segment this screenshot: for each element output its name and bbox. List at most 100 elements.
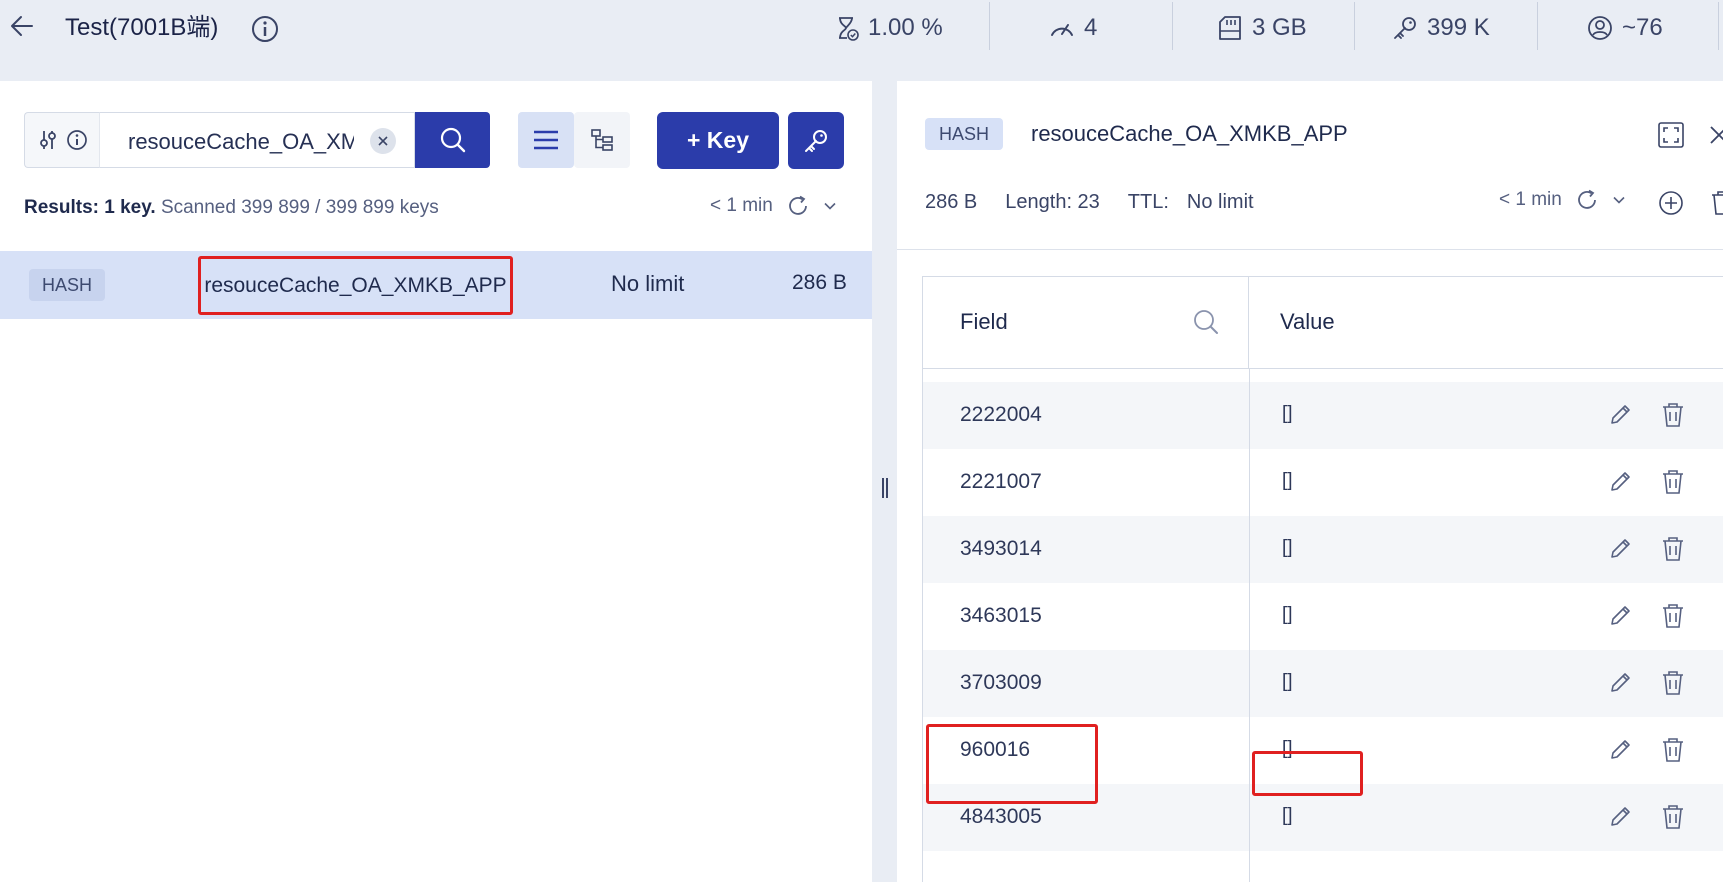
trash-icon[interactable]: [1660, 602, 1686, 630]
bulk-actions-button[interactable]: [788, 112, 844, 169]
cpu-stat: 1.00 %: [832, 10, 943, 46]
value-cell[interactable]: []: [1282, 403, 1293, 425]
field-cell[interactable]: 4843005: [960, 805, 1042, 829]
filter-toggle[interactable]: [24, 112, 100, 168]
memory-stat: 3 GB: [1216, 10, 1307, 46]
close-icon[interactable]: [1707, 123, 1723, 147]
search-icon[interactable]: [1191, 307, 1221, 337]
edit-pencil-icon[interactable]: [1607, 402, 1633, 428]
refresh-icon[interactable]: [785, 193, 811, 219]
refresh-control: < 1 min: [710, 193, 837, 219]
table-row: 3493014 []: [923, 516, 1723, 583]
trash-icon[interactable]: [1660, 736, 1686, 764]
resize-handle[interactable]: [882, 478, 888, 498]
edit-pencil-icon[interactable]: [1607, 469, 1633, 495]
clients-stat: ~76: [1586, 10, 1663, 46]
memory-value: 3 GB: [1252, 14, 1307, 41]
panel-splitter[interactable]: [872, 81, 897, 882]
field-cell[interactable]: 2221007: [960, 470, 1042, 494]
info-icon[interactable]: [250, 14, 280, 44]
close-icon: [378, 136, 388, 146]
scan-results: Results: 1 key. Scanned 399 899 / 399 89…: [24, 197, 439, 219]
trash-icon[interactable]: [1660, 535, 1686, 563]
stat-divider: [1172, 2, 1173, 50]
clients-value: ~76: [1622, 14, 1663, 41]
edit-pencil-icon[interactable]: [1607, 670, 1633, 696]
edit-pencil-icon[interactable]: [1607, 603, 1633, 629]
value-cell[interactable]: []: [1282, 671, 1293, 693]
field-cell[interactable]: 3463015: [960, 604, 1042, 628]
value-cell[interactable]: []: [1282, 805, 1293, 827]
field-cell[interactable]: 2222004: [960, 403, 1042, 427]
database-title: Test(7001B端): [65, 14, 219, 41]
filter-sliders-icon[interactable]: [38, 129, 58, 151]
details-refresh-age: < 1 min: [1499, 189, 1562, 210]
key-name[interactable]: resouceCache_OA_XMKB_APP: [198, 256, 513, 315]
key-ttl: No limit: [611, 271, 685, 296]
trash-icon[interactable]: [1660, 803, 1686, 831]
table-body[interactable]: 2221000 [] 2222004 [] 2221007 [] 3493014…: [923, 315, 1723, 851]
chevron-down-icon[interactable]: [1612, 193, 1626, 207]
commands-stat: 4: [1048, 10, 1097, 46]
fullscreen-icon[interactable]: [1657, 121, 1685, 149]
table-row: 2221007 []: [923, 449, 1723, 516]
key-list-row[interactable]: HASH resouceCache_OA_XMKB_APP No limit 2…: [0, 251, 872, 319]
ttl-group[interactable]: TTL: No limit: [1128, 191, 1254, 214]
stat-divider: [1354, 2, 1355, 50]
ttl-value[interactable]: No limit: [1187, 191, 1254, 214]
clear-search-button[interactable]: [370, 128, 396, 154]
delete-key-icon[interactable]: [1709, 189, 1723, 217]
refresh-icon[interactable]: [1574, 187, 1600, 213]
search-icon: [440, 127, 465, 153]
trash-icon[interactable]: [1660, 669, 1686, 697]
value-cell[interactable]: []: [1282, 738, 1293, 760]
tree-view-button[interactable]: [574, 112, 630, 168]
add-field-icon[interactable]: [1657, 189, 1685, 217]
tree-icon: [591, 129, 613, 151]
details-size: 286 B: [925, 191, 978, 213]
key-icon: [805, 129, 827, 152]
key-size: 286 B: [792, 271, 847, 294]
details-key-name[interactable]: resouceCache_OA_XMKB_APP: [1031, 121, 1348, 147]
cpu-value: 1.00 %: [868, 14, 943, 41]
keys-value: 399 K: [1427, 14, 1490, 41]
table-row: 960016 []: [923, 717, 1723, 784]
field-cell[interactable]: 3703009: [960, 671, 1042, 695]
trash-icon[interactable]: [1660, 468, 1686, 496]
key-icon: [1394, 17, 1416, 39]
table-header: Field Value: [923, 277, 1723, 369]
trash-icon[interactable]: [1660, 401, 1686, 429]
value-cell[interactable]: []: [1282, 537, 1293, 559]
info-icon[interactable]: [66, 129, 88, 151]
key-search-input[interactable]: [128, 129, 354, 155]
add-key-button[interactable]: + Key: [657, 112, 779, 169]
search-button[interactable]: [415, 112, 490, 168]
memory-card-icon: [1219, 16, 1241, 40]
keys-stat: 399 K: [1391, 10, 1490, 46]
edit-pencil-icon[interactable]: [1607, 536, 1633, 562]
field-cell[interactable]: 960016: [960, 738, 1030, 762]
back-arrow-icon[interactable]: [8, 12, 36, 40]
stat-divider: [1537, 2, 1538, 50]
hash-fields-table: 2221000 [] 2222004 [] 2221007 [] 3493014…: [922, 276, 1723, 882]
stat-divider: [1718, 2, 1719, 50]
edit-pencil-icon[interactable]: [1607, 737, 1633, 763]
table-row: 4843005 []: [923, 784, 1723, 851]
cpu-hourglass-icon: [839, 17, 859, 41]
key-search-field[interactable]: [99, 112, 415, 168]
value-cell[interactable]: []: [1282, 604, 1293, 626]
value-cell[interactable]: []: [1282, 470, 1293, 492]
key-details-panel: HASH resouceCache_OA_XMKB_APP 286 B Leng…: [897, 81, 1723, 882]
table-row: 2222004 []: [923, 382, 1723, 449]
commands-value: 4: [1084, 14, 1098, 41]
ttl-label: TTL:: [1127, 191, 1169, 213]
top-bar: Test(7001B端) 1.00 % 4 3 GB 399 K ~76: [0, 0, 1723, 81]
field-column-header: Field: [960, 309, 1008, 334]
key-type-badge: HASH: [925, 118, 1004, 150]
list-icon: [534, 130, 558, 150]
details-length: Length: 23: [1005, 191, 1100, 213]
field-cell[interactable]: 3493014: [960, 537, 1042, 561]
list-view-button[interactable]: [518, 112, 574, 168]
chevron-down-icon[interactable]: [823, 199, 837, 213]
edit-pencil-icon[interactable]: [1607, 804, 1633, 830]
